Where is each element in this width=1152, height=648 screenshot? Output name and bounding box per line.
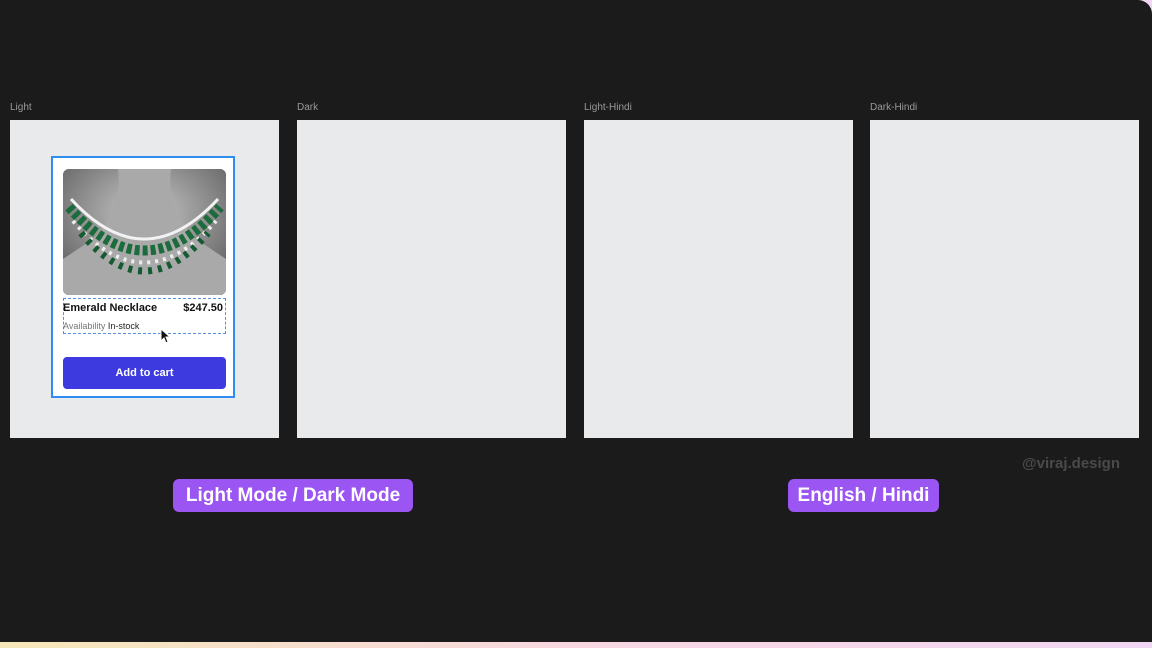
frame-label-light-hindi[interactable]: Light-Hindi bbox=[584, 102, 632, 113]
availability-value: In-stock bbox=[107, 321, 140, 331]
frame-dark-hindi[interactable] bbox=[870, 120, 1139, 438]
necklace-image bbox=[63, 169, 226, 295]
watermark: @viraj.design bbox=[1022, 455, 1120, 472]
mode-pill: Light Mode / Dark Mode bbox=[173, 479, 413, 512]
frame-light[interactable]: Emerald Necklace $247.50 Availability In… bbox=[10, 120, 279, 438]
frame-label-light[interactable]: Light bbox=[10, 102, 32, 113]
product-price: $247.50 bbox=[183, 302, 223, 314]
availability-row: Availability In-stock bbox=[63, 321, 139, 331]
product-card[interactable]: Emerald Necklace $247.50 Availability In… bbox=[51, 156, 235, 398]
frame-label-dark[interactable]: Dark bbox=[297, 102, 318, 113]
design-canvas: Light Dark Light-Hindi Dark-Hindi Emeral… bbox=[0, 0, 1152, 642]
frame-light-hindi[interactable] bbox=[584, 120, 853, 438]
product-name: Emerald Necklace bbox=[63, 302, 158, 314]
frame-dark[interactable] bbox=[297, 120, 566, 438]
add-to-cart-button[interactable]: Add to cart bbox=[63, 357, 226, 389]
availability-label: Availability bbox=[63, 321, 106, 331]
language-pill: English / Hindi bbox=[788, 479, 939, 512]
frame-label-dark-hindi[interactable]: Dark-Hindi bbox=[870, 102, 917, 113]
mouse-cursor-icon bbox=[160, 328, 170, 344]
